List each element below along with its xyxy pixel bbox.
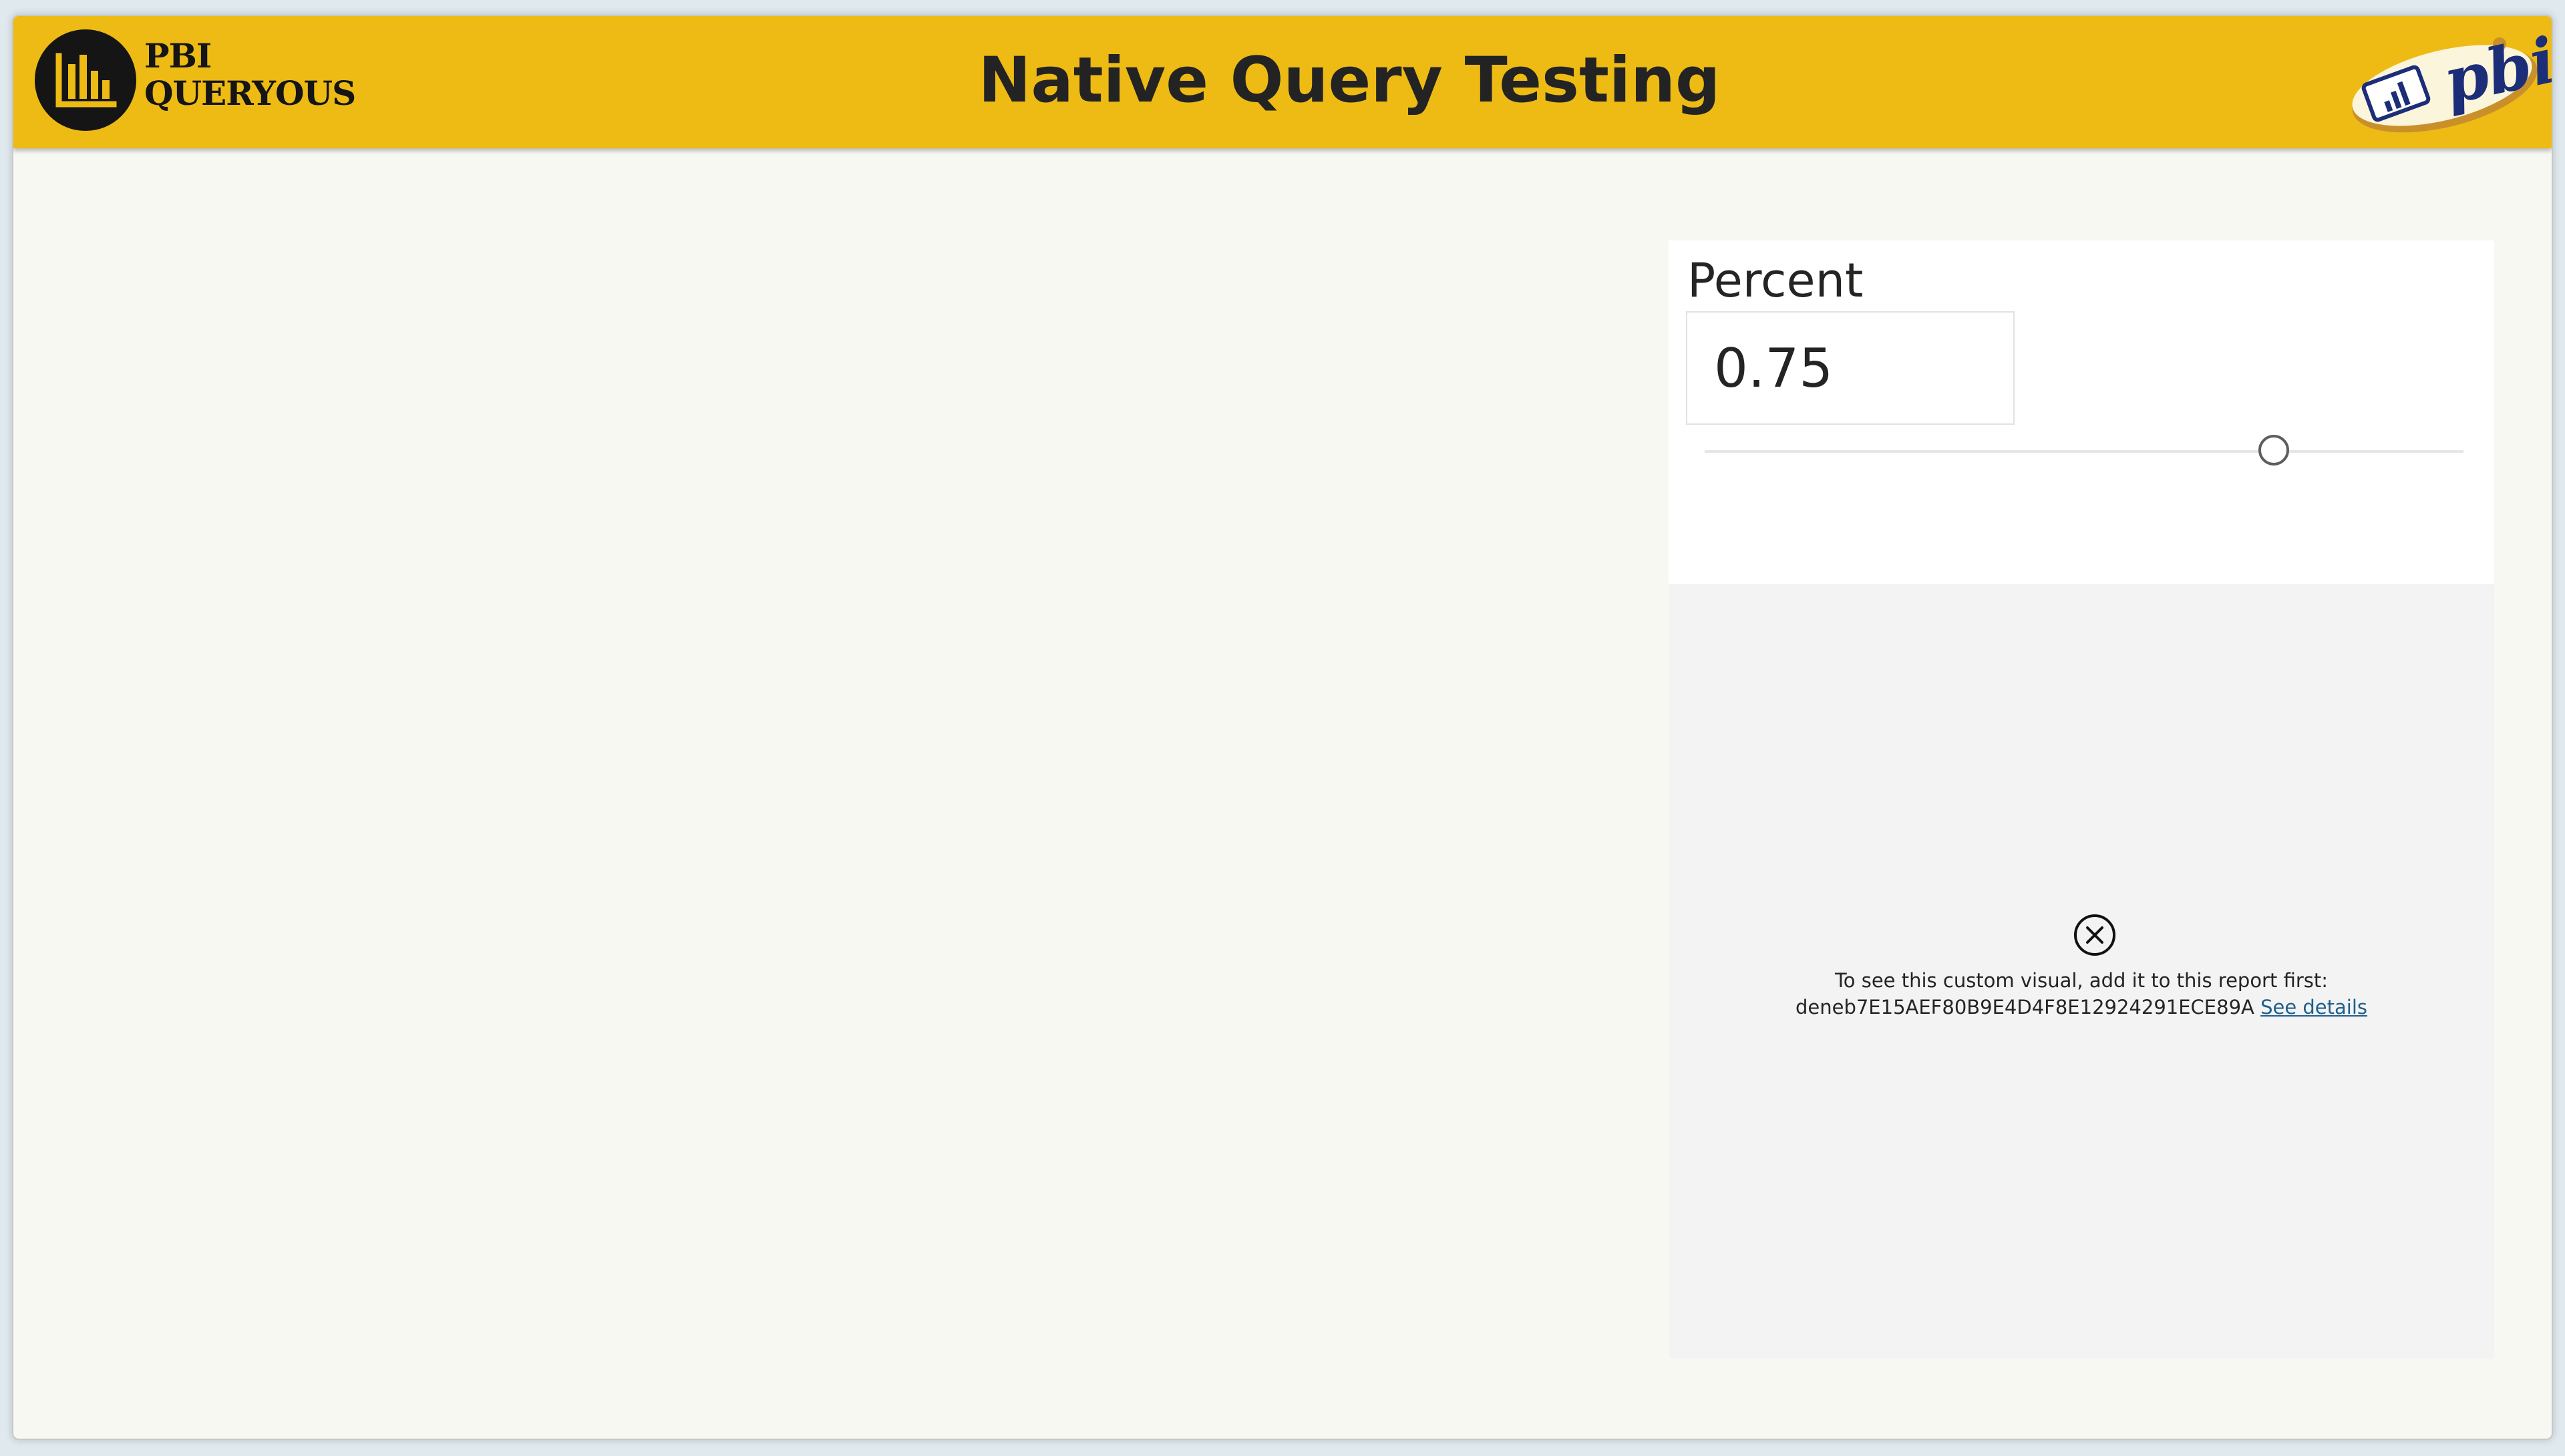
page-title: Native Query Testing (978, 44, 1721, 117)
see-details-link[interactable]: See details (2260, 996, 2367, 1019)
visual-id: deneb7E15AEF80B9E4D4F8E12924291ECE89A (1795, 996, 2254, 1019)
slider-track[interactable] (1705, 450, 2463, 453)
empty-report-area (40, 176, 1630, 1405)
logo-line-pbi: PBI (144, 36, 212, 75)
slicer-title: Percent (1687, 253, 1864, 308)
slider-thumb[interactable] (2258, 435, 2289, 466)
bar-chart-icon (35, 29, 136, 131)
pbix-logo: pbix (2345, 16, 2552, 139)
logo-line-queryous: QUERYOUS (144, 73, 356, 113)
message-id-line: deneb7E15AEF80B9E4D4F8E12924291ECE89A Se… (1669, 994, 2494, 1021)
custom-visual-message: To see this custom visual, add it to thi… (1669, 967, 2494, 1021)
report-header: PBI QUERYOUS Native Query Testing pbix (13, 16, 2552, 148)
logo-wordmark: PBI QUERYOUS (144, 36, 356, 113)
percent-slicer: Percent (1669, 240, 2494, 584)
custom-visual-placeholder: To see this custom visual, add it to thi… (1669, 584, 2494, 1358)
message-line: To see this custom visual, add it to thi… (1834, 969, 2329, 992)
pbi-queryous-logo: PBI QUERYOUS (35, 29, 382, 135)
report-canvas: PBI QUERYOUS Native Query Testing pbix P (12, 15, 2553, 1440)
percent-value-input[interactable] (1686, 311, 2015, 425)
close-circle-icon (2073, 914, 2116, 956)
